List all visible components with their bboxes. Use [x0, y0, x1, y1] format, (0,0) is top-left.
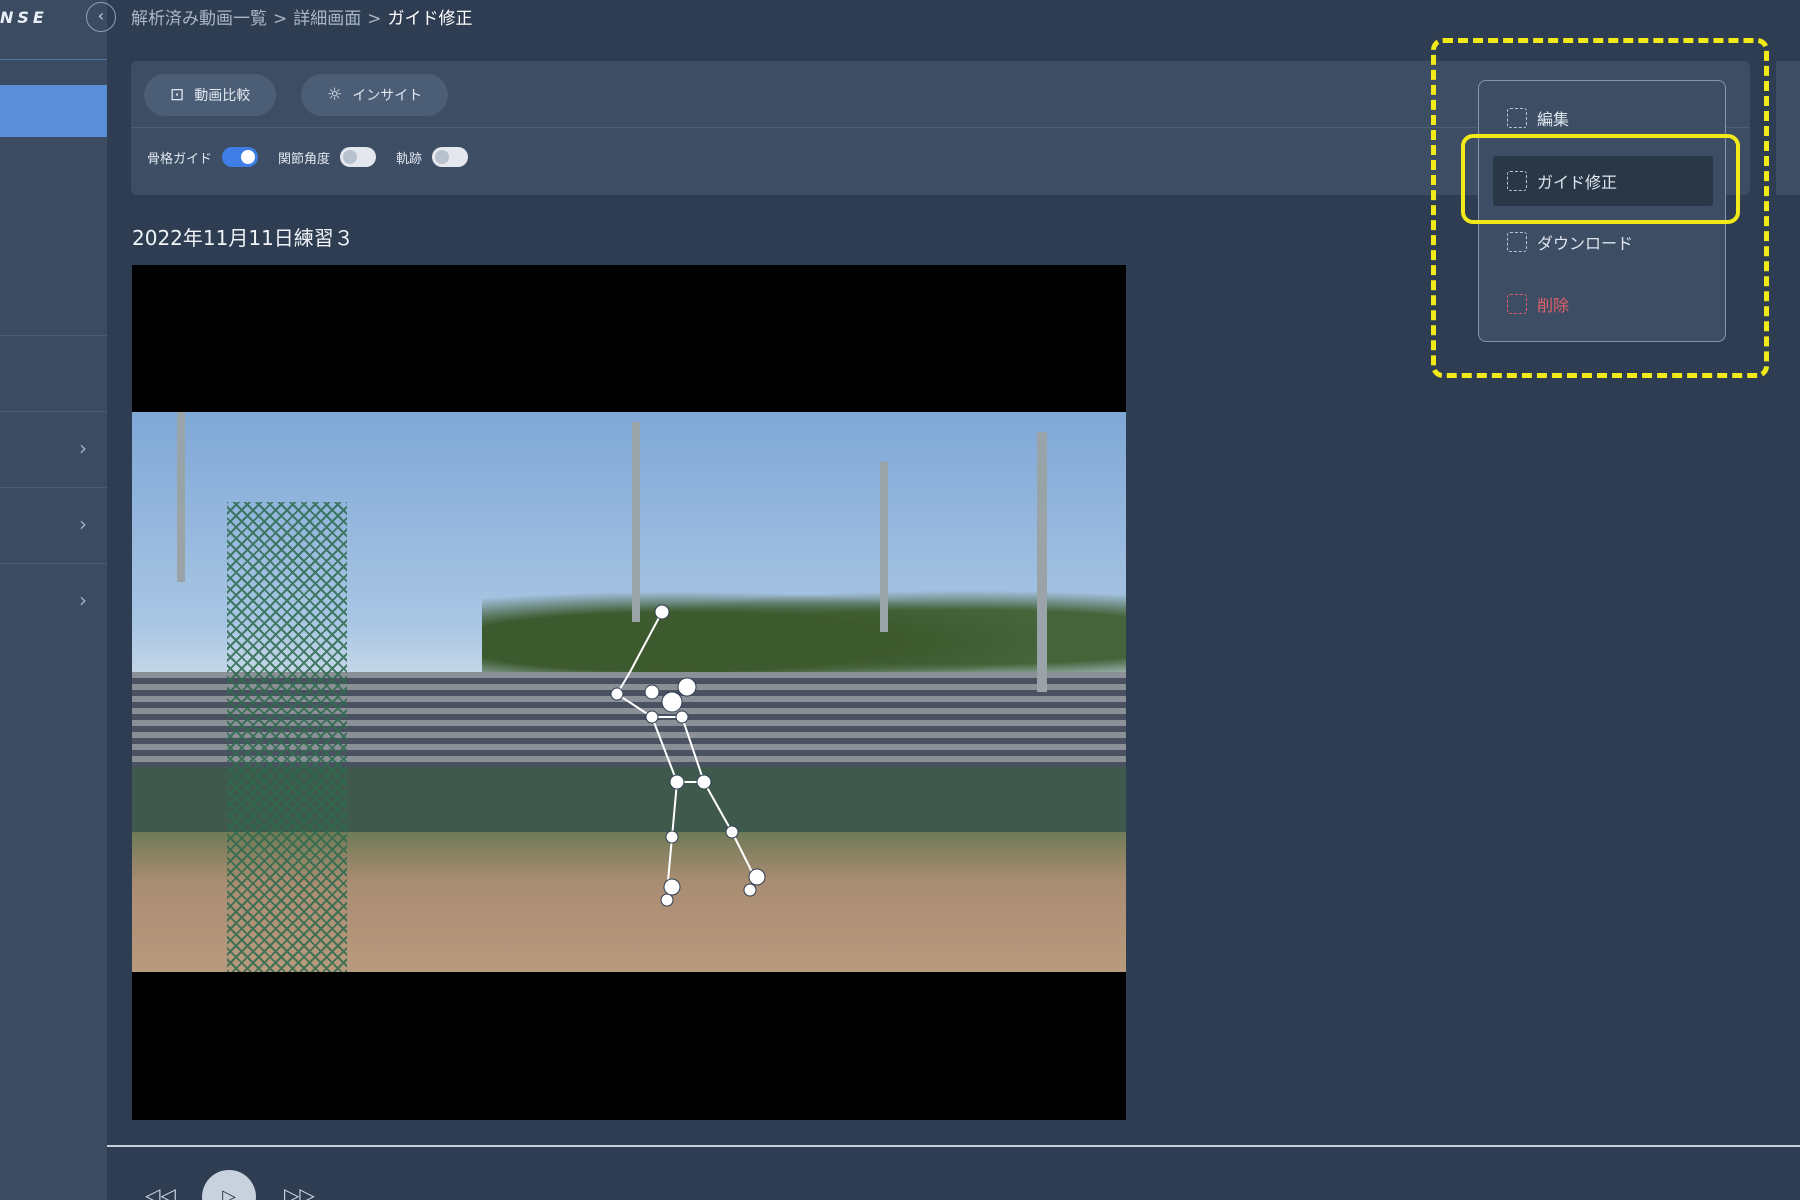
rewind-icon[interactable]: ◁◁ — [145, 1183, 176, 1200]
compare-label: 動画比較 — [194, 88, 251, 104]
toolbar-edge — [1776, 61, 1800, 195]
trajectory-toggle[interactable] — [432, 147, 469, 167]
breadcrumb-current: ガイド修正 — [387, 9, 473, 29]
sidebar-item-6[interactable]: › — [0, 564, 107, 640]
chevron-right-icon: › — [79, 512, 87, 536]
chevron-right-icon: › — [79, 436, 87, 460]
chevron-right-icon: › — [79, 588, 87, 612]
skeleton-guide-toggle[interactable] — [222, 147, 259, 167]
compare-button[interactable]: ⊡ 動画比較 — [144, 74, 277, 116]
toggle-knob — [241, 150, 256, 164]
toggle-label-trajectory: 軌跡 — [396, 151, 423, 167]
chevron-left-icon: ‹ — [97, 6, 105, 25]
compare-icon: ⊡ — [170, 85, 185, 105]
insight-button[interactable]: ☼ インサイト — [301, 74, 449, 116]
breadcrumb-separator: > — [273, 9, 288, 29]
skeleton-overlay — [610, 604, 766, 907]
sidebar-item-4[interactable]: › — [0, 412, 107, 488]
breadcrumb-item[interactable]: 解析済み動画一覧 — [131, 9, 267, 29]
video-player[interactable] — [132, 265, 1126, 1120]
sidebar-item-3[interactable] — [0, 336, 107, 412]
video-frame — [132, 412, 1126, 972]
lightbulb-icon: ☼ — [327, 85, 343, 105]
back-button[interactable]: ‹ — [86, 2, 116, 32]
toggle-group: 骨格ガイド 関節角度 軌跡 — [147, 147, 478, 167]
sidebar-item-2[interactable] — [0, 260, 107, 336]
joint-angle-toggle[interactable] — [340, 147, 377, 167]
toggle-knob — [343, 150, 358, 164]
annotation-highlight-box — [1461, 134, 1740, 224]
toggle-label-angle: 関節角度 — [278, 151, 331, 167]
toggle-label-skeleton: 骨格ガイド — [147, 151, 213, 167]
breadcrumb-item[interactable]: 詳細画面 — [293, 9, 361, 29]
sidebar-item-5[interactable]: › — [0, 488, 107, 564]
sidebar: NSE › › › — [0, 0, 107, 1200]
insight-label: インサイト — [352, 88, 423, 104]
timeline-track[interactable] — [107, 1145, 1800, 1147]
forward-icon[interactable]: ▷▷ — [284, 1183, 315, 1200]
breadcrumb: 解析済み動画一覧 > 詳細画面 > ガイド修正 — [131, 4, 473, 29]
toggle-knob — [435, 150, 450, 164]
video-title: 2022年11月11日練習３ — [132, 226, 354, 250]
play-icon: ▷ — [222, 1186, 236, 1200]
play-button[interactable]: ▷ — [202, 1170, 256, 1200]
breadcrumb-separator: > — [367, 9, 382, 29]
sidebar-item-active[interactable] — [0, 85, 107, 137]
